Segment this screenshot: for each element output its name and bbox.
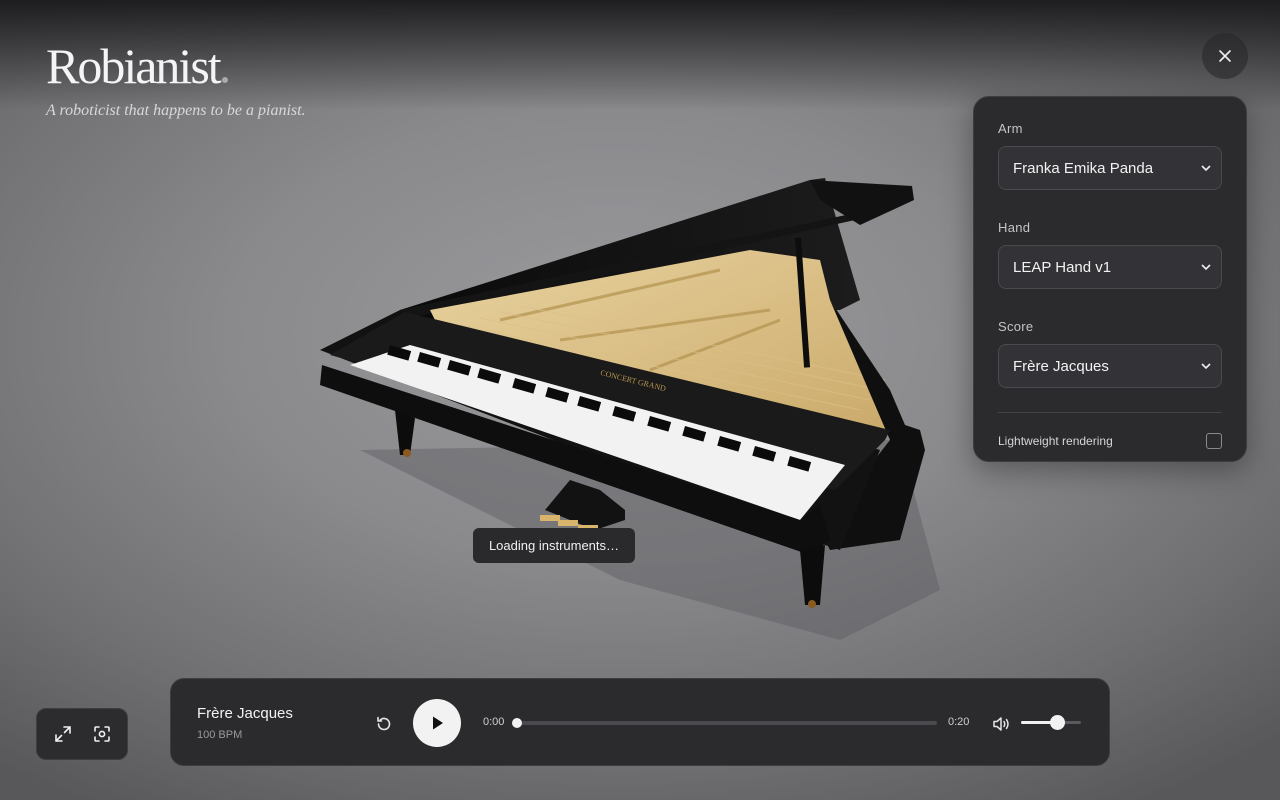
score-label: Score	[998, 319, 1034, 334]
hand-select-value: LEAP Hand v1	[1013, 258, 1112, 276]
focus-icon	[93, 726, 110, 742]
close-icon	[1219, 50, 1231, 62]
score-select[interactable]: Frère Jacques	[998, 344, 1222, 388]
fullscreen-button[interactable]	[46, 717, 80, 751]
chevron-down-icon	[1201, 363, 1211, 370]
chevron-down-icon	[1201, 165, 1211, 172]
volume-thumb[interactable]	[1050, 715, 1065, 730]
hand-label: Hand	[998, 220, 1031, 235]
brand-dot	[221, 77, 228, 83]
brand-subtitle: A roboticist that happens to be a pianis…	[46, 102, 306, 119]
expand-icon	[54, 726, 71, 742]
recenter-camera-button[interactable]	[85, 717, 119, 751]
settings-panel: Arm Franka Emika Panda Hand LEAP Hand v1…	[973, 96, 1247, 462]
player-bar: Frère Jacques 100 BPM 0:00 0:20	[170, 678, 1110, 766]
panel-divider	[998, 412, 1222, 413]
brand-title-row: Robianist	[46, 36, 306, 96]
brand-title: Robianist	[46, 38, 222, 94]
loading-toast: Loading instruments…	[473, 528, 635, 563]
restart-icon	[377, 716, 391, 731]
arm-select-value: Franka Emika Panda	[1013, 159, 1154, 177]
restart-button[interactable]	[371, 711, 397, 737]
chevron-down-icon	[1201, 264, 1211, 271]
track-tempo: 100 BPM	[197, 729, 243, 741]
arm-select[interactable]: Franka Emika Panda	[998, 146, 1222, 190]
brand: Robianist A roboticist that happens to b…	[46, 36, 306, 120]
lightweight-rendering-label: Lightweight rendering	[998, 434, 1113, 448]
seek-bar[interactable]	[512, 718, 937, 728]
lightweight-rendering-checkbox[interactable]	[1206, 433, 1222, 449]
hand-select[interactable]: LEAP Hand v1	[998, 245, 1222, 289]
track-title: Frère Jacques	[197, 705, 293, 722]
close-button[interactable]	[1202, 33, 1248, 79]
play-icon	[433, 716, 443, 730]
arm-label: Arm	[998, 121, 1023, 136]
mute-button[interactable]	[990, 712, 1014, 736]
seek-thumb[interactable]	[512, 718, 522, 728]
play-button[interactable]	[413, 699, 461, 747]
current-time: 0:00	[483, 716, 505, 728]
score-select-value: Frère Jacques	[1013, 357, 1109, 375]
grand-piano-render: CONCERT GRAND	[320, 178, 940, 640]
volume-icon	[993, 717, 1009, 731]
duration: 0:20	[948, 716, 970, 728]
volume-slider[interactable]	[1021, 715, 1081, 730]
view-controls	[36, 708, 128, 760]
lightweight-rendering-row: Lightweight rendering	[998, 433, 1222, 449]
